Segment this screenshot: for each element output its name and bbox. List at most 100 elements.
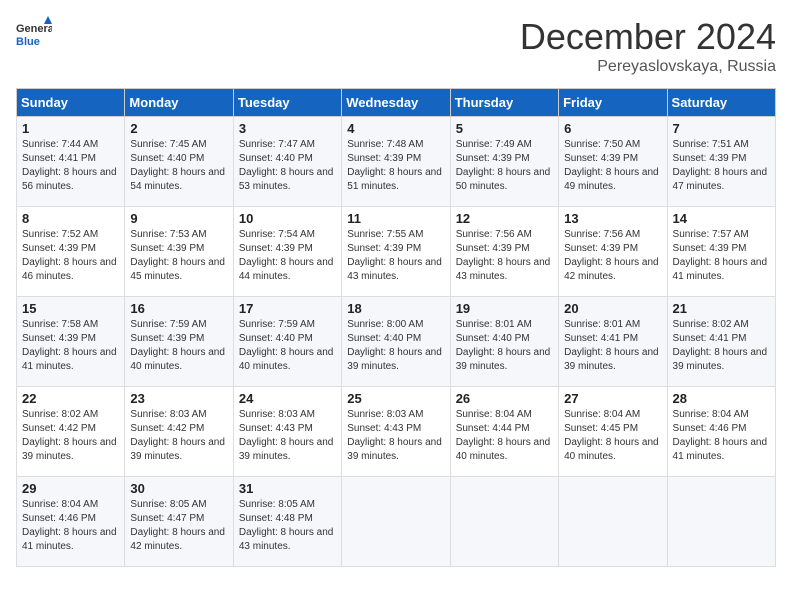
cell-info: Sunrise: 7:47 AMSunset: 4:40 PMDaylight:… xyxy=(239,138,336,194)
cell-info: Sunrise: 8:02 AMSunset: 4:41 PMDaylight:… xyxy=(673,318,770,374)
calendar-cell: 19 Sunrise: 8:01 AMSunset: 4:40 PMDaylig… xyxy=(450,297,558,387)
day-number: 17 xyxy=(239,301,336,316)
day-number: 9 xyxy=(130,211,227,226)
cell-info: Sunrise: 7:50 AMSunset: 4:39 PMDaylight:… xyxy=(564,138,661,194)
weekday-wednesday: Wednesday xyxy=(342,89,450,117)
cell-info: Sunrise: 7:55 AMSunset: 4:39 PMDaylight:… xyxy=(347,228,444,284)
day-number: 8 xyxy=(22,211,119,226)
day-number: 13 xyxy=(564,211,661,226)
day-number: 26 xyxy=(456,391,553,406)
day-number: 31 xyxy=(239,481,336,496)
week-row-1: 1 Sunrise: 7:44 AMSunset: 4:41 PMDayligh… xyxy=(17,117,776,207)
calendar-cell: 9 Sunrise: 7:53 AMSunset: 4:39 PMDayligh… xyxy=(125,207,233,297)
day-number: 28 xyxy=(673,391,770,406)
calendar-cell xyxy=(342,477,450,567)
cell-info: Sunrise: 8:04 AMSunset: 4:46 PMDaylight:… xyxy=(22,498,119,554)
weekday-tuesday: Tuesday xyxy=(233,89,341,117)
calendar-cell: 30 Sunrise: 8:05 AMSunset: 4:47 PMDaylig… xyxy=(125,477,233,567)
calendar-cell: 5 Sunrise: 7:49 AMSunset: 4:39 PMDayligh… xyxy=(450,117,558,207)
day-number: 4 xyxy=(347,121,444,136)
cell-info: Sunrise: 7:56 AMSunset: 4:39 PMDaylight:… xyxy=(456,228,553,284)
cell-info: Sunrise: 8:01 AMSunset: 4:40 PMDaylight:… xyxy=(456,318,553,374)
calendar-cell: 11 Sunrise: 7:55 AMSunset: 4:39 PMDaylig… xyxy=(342,207,450,297)
cell-info: Sunrise: 7:53 AMSunset: 4:39 PMDaylight:… xyxy=(130,228,227,284)
cell-info: Sunrise: 8:03 AMSunset: 4:43 PMDaylight:… xyxy=(239,408,336,464)
calendar-cell: 1 Sunrise: 7:44 AMSunset: 4:41 PMDayligh… xyxy=(17,117,125,207)
day-number: 25 xyxy=(347,391,444,406)
cell-info: Sunrise: 7:44 AMSunset: 4:41 PMDaylight:… xyxy=(22,138,119,194)
calendar-cell: 10 Sunrise: 7:54 AMSunset: 4:39 PMDaylig… xyxy=(233,207,341,297)
day-number: 3 xyxy=(239,121,336,136)
logo: General Blue xyxy=(16,16,52,52)
cell-info: Sunrise: 7:54 AMSunset: 4:39 PMDaylight:… xyxy=(239,228,336,284)
title-block: December 2024 Pereyaslovskaya, Russia xyxy=(520,16,776,76)
calendar-cell: 13 Sunrise: 7:56 AMSunset: 4:39 PMDaylig… xyxy=(559,207,667,297)
cell-info: Sunrise: 8:04 AMSunset: 4:46 PMDaylight:… xyxy=(673,408,770,464)
day-number: 15 xyxy=(22,301,119,316)
cell-info: Sunrise: 7:56 AMSunset: 4:39 PMDaylight:… xyxy=(564,228,661,284)
calendar-cell: 15 Sunrise: 7:58 AMSunset: 4:39 PMDaylig… xyxy=(17,297,125,387)
month-title: December 2024 xyxy=(520,16,776,58)
calendar-cell: 31 Sunrise: 8:05 AMSunset: 4:48 PMDaylig… xyxy=(233,477,341,567)
cell-info: Sunrise: 7:59 AMSunset: 4:39 PMDaylight:… xyxy=(130,318,227,374)
calendar-table: SundayMondayTuesdayWednesdayThursdayFrid… xyxy=(16,88,776,567)
cell-info: Sunrise: 7:51 AMSunset: 4:39 PMDaylight:… xyxy=(673,138,770,194)
calendar-cell: 27 Sunrise: 8:04 AMSunset: 4:45 PMDaylig… xyxy=(559,387,667,477)
calendar-cell: 25 Sunrise: 8:03 AMSunset: 4:43 PMDaylig… xyxy=(342,387,450,477)
svg-text:General: General xyxy=(16,23,52,35)
day-number: 29 xyxy=(22,481,119,496)
calendar-cell xyxy=(667,477,775,567)
day-number: 1 xyxy=(22,121,119,136)
week-row-4: 22 Sunrise: 8:02 AMSunset: 4:42 PMDaylig… xyxy=(17,387,776,477)
cell-info: Sunrise: 8:03 AMSunset: 4:43 PMDaylight:… xyxy=(347,408,444,464)
day-number: 24 xyxy=(239,391,336,406)
calendar-cell: 18 Sunrise: 8:00 AMSunset: 4:40 PMDaylig… xyxy=(342,297,450,387)
calendar-cell xyxy=(450,477,558,567)
cell-info: Sunrise: 7:59 AMSunset: 4:40 PMDaylight:… xyxy=(239,318,336,374)
calendar-cell: 28 Sunrise: 8:04 AMSunset: 4:46 PMDaylig… xyxy=(667,387,775,477)
day-number: 27 xyxy=(564,391,661,406)
location: Pereyaslovskaya, Russia xyxy=(520,58,776,76)
day-number: 6 xyxy=(564,121,661,136)
calendar-cell: 12 Sunrise: 7:56 AMSunset: 4:39 PMDaylig… xyxy=(450,207,558,297)
week-row-3: 15 Sunrise: 7:58 AMSunset: 4:39 PMDaylig… xyxy=(17,297,776,387)
cell-info: Sunrise: 7:52 AMSunset: 4:39 PMDaylight:… xyxy=(22,228,119,284)
day-number: 14 xyxy=(673,211,770,226)
weekday-sunday: Sunday xyxy=(17,89,125,117)
day-number: 22 xyxy=(22,391,119,406)
svg-text:Blue: Blue xyxy=(16,36,40,48)
calendar-cell: 16 Sunrise: 7:59 AMSunset: 4:39 PMDaylig… xyxy=(125,297,233,387)
day-number: 21 xyxy=(673,301,770,316)
cell-info: Sunrise: 8:04 AMSunset: 4:44 PMDaylight:… xyxy=(456,408,553,464)
cell-info: Sunrise: 8:03 AMSunset: 4:42 PMDaylight:… xyxy=(130,408,227,464)
day-number: 23 xyxy=(130,391,227,406)
calendar-cell: 14 Sunrise: 7:57 AMSunset: 4:39 PMDaylig… xyxy=(667,207,775,297)
cell-info: Sunrise: 8:04 AMSunset: 4:45 PMDaylight:… xyxy=(564,408,661,464)
cell-info: Sunrise: 7:49 AMSunset: 4:39 PMDaylight:… xyxy=(456,138,553,194)
day-number: 16 xyxy=(130,301,227,316)
calendar-cell: 4 Sunrise: 7:48 AMSunset: 4:39 PMDayligh… xyxy=(342,117,450,207)
page-header: General Blue December 2024 Pereyaslovska… xyxy=(16,16,776,76)
day-number: 2 xyxy=(130,121,227,136)
calendar-cell: 17 Sunrise: 7:59 AMSunset: 4:40 PMDaylig… xyxy=(233,297,341,387)
calendar-cell: 21 Sunrise: 8:02 AMSunset: 4:41 PMDaylig… xyxy=(667,297,775,387)
weekday-header-row: SundayMondayTuesdayWednesdayThursdayFrid… xyxy=(17,89,776,117)
weekday-saturday: Saturday xyxy=(667,89,775,117)
day-number: 5 xyxy=(456,121,553,136)
cell-info: Sunrise: 7:57 AMSunset: 4:39 PMDaylight:… xyxy=(673,228,770,284)
calendar-cell: 29 Sunrise: 8:04 AMSunset: 4:46 PMDaylig… xyxy=(17,477,125,567)
cell-info: Sunrise: 8:01 AMSunset: 4:41 PMDaylight:… xyxy=(564,318,661,374)
day-number: 10 xyxy=(239,211,336,226)
calendar-cell: 24 Sunrise: 8:03 AMSunset: 4:43 PMDaylig… xyxy=(233,387,341,477)
day-number: 12 xyxy=(456,211,553,226)
calendar-cell: 20 Sunrise: 8:01 AMSunset: 4:41 PMDaylig… xyxy=(559,297,667,387)
cell-info: Sunrise: 8:00 AMSunset: 4:40 PMDaylight:… xyxy=(347,318,444,374)
weekday-monday: Monday xyxy=(125,89,233,117)
cell-info: Sunrise: 7:48 AMSunset: 4:39 PMDaylight:… xyxy=(347,138,444,194)
day-number: 7 xyxy=(673,121,770,136)
cell-info: Sunrise: 8:05 AMSunset: 4:48 PMDaylight:… xyxy=(239,498,336,554)
calendar-cell: 7 Sunrise: 7:51 AMSunset: 4:39 PMDayligh… xyxy=(667,117,775,207)
calendar-cell: 23 Sunrise: 8:03 AMSunset: 4:42 PMDaylig… xyxy=(125,387,233,477)
week-row-2: 8 Sunrise: 7:52 AMSunset: 4:39 PMDayligh… xyxy=(17,207,776,297)
calendar-cell: 8 Sunrise: 7:52 AMSunset: 4:39 PMDayligh… xyxy=(17,207,125,297)
